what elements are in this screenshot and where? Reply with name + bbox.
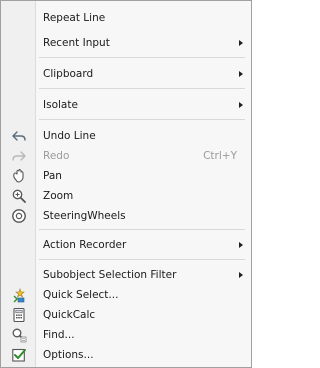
menu-item-pan[interactable]: Pan <box>1 166 251 186</box>
submenu-arrow-icon <box>239 272 243 278</box>
menu-item-shortcut: Ctrl+Y <box>203 150 237 162</box>
menu-item-steering-wheels[interactable]: SteeringWheels <box>1 206 251 226</box>
menu-separator <box>39 57 245 58</box>
zoom-icon <box>12 189 26 203</box>
submenu-arrow-icon <box>239 102 243 108</box>
find-icon <box>12 328 27 343</box>
menu-separator <box>39 259 245 260</box>
menu-item-label: Action Recorder <box>43 239 127 251</box>
menu-item-label: QuickCalc <box>43 309 96 321</box>
submenu-arrow-icon <box>239 242 243 248</box>
menu-item-zoom[interactable]: Zoom <box>1 186 251 206</box>
menu-separator <box>39 229 245 230</box>
menu-item-action-recorder[interactable]: Action Recorder <box>1 235 251 255</box>
menu-item-undo-line[interactable]: Undo Line <box>1 126 251 146</box>
menu-separator <box>39 88 245 89</box>
menu-item-label: Find... <box>43 329 75 341</box>
menu-item-recent-input[interactable]: Recent Input <box>1 33 251 53</box>
submenu-arrow-icon <box>239 40 243 46</box>
menu-item-label: Pan <box>43 170 62 182</box>
menu-item-label: Isolate <box>43 99 78 111</box>
options-icon <box>12 348 26 362</box>
menu-item-label: Quick Select... <box>43 289 119 301</box>
menu-item-find[interactable]: Find... <box>1 325 251 345</box>
menu-item-label: SteeringWheels <box>43 210 126 222</box>
menu-item-label: Undo Line <box>43 130 96 142</box>
redo-icon <box>12 151 26 161</box>
menu-item-quickcalc[interactable]: QuickCalc <box>1 305 251 325</box>
menu-item-label: Subobject Selection Filter <box>43 269 177 281</box>
menu-item-options[interactable]: Options... <box>1 345 251 365</box>
steering-wheel-icon <box>12 209 26 223</box>
context-menu: Repeat Line Recent Input Clipboard Isola… <box>0 0 252 368</box>
menu-item-label: Options... <box>43 349 94 361</box>
menu-item-clipboard[interactable]: Clipboard <box>1 64 251 84</box>
menu-item-label: Repeat Line <box>43 12 106 24</box>
menu-item-label: Clipboard <box>43 68 94 80</box>
quick-select-icon <box>13 288 25 303</box>
calculator-icon <box>13 307 25 323</box>
menu-item-label: Zoom <box>43 190 74 202</box>
submenu-arrow-icon <box>239 71 243 77</box>
undo-icon <box>12 131 26 141</box>
pan-icon <box>13 169 24 183</box>
menu-item-label: Redo <box>43 150 70 162</box>
menu-item-repeat-line[interactable]: Repeat Line <box>1 8 251 28</box>
menu-item-redo[interactable]: Redo Ctrl+Y <box>1 146 251 166</box>
menu-separator <box>39 119 245 120</box>
menu-item-quick-select[interactable]: Quick Select... <box>1 285 251 305</box>
menu-item-subobject-selection-filter[interactable]: Subobject Selection Filter <box>1 265 251 285</box>
menu-item-label: Recent Input <box>43 37 110 49</box>
menu-item-isolate[interactable]: Isolate <box>1 95 251 115</box>
